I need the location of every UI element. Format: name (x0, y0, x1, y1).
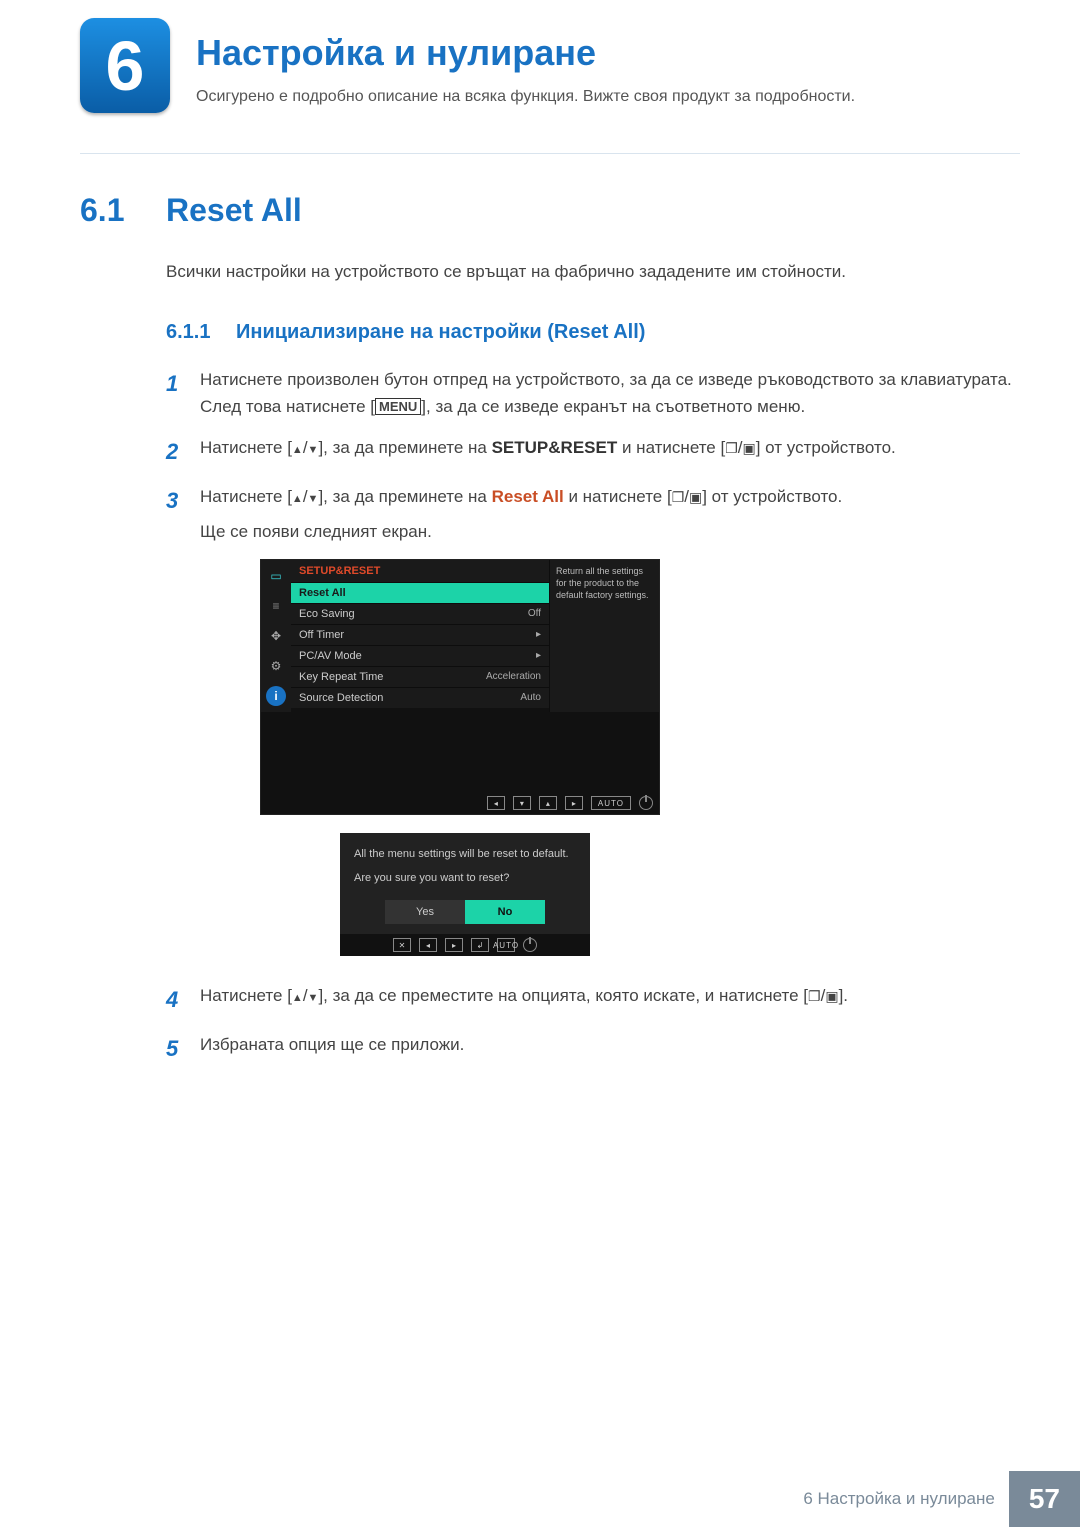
chapter-subtitle: Осигурено е подробно описание на всяка ф… (196, 88, 1020, 106)
osd2-line1: All the menu settings will be reset to d… (354, 847, 576, 862)
setup-reset-label: SETUP&RESET (492, 438, 618, 457)
box-icon (725, 438, 738, 457)
menu-label: MENU (375, 398, 421, 416)
down-icon (308, 986, 319, 1005)
chapter-number-badge: 6 (80, 18, 170, 113)
step-followup: Ще се появи следният екран. (200, 518, 1020, 545)
divider (80, 153, 1020, 154)
step-text: Натиснете произволен бутон отпред на уст… (200, 366, 1020, 420)
power-icon (523, 938, 537, 952)
osd-row-selected: Reset All (291, 582, 549, 603)
osd-screenshot-1: ▭ ≡ ✥ ⚙ i SETUP&RESET Reset All Eco Savi… (260, 559, 1020, 815)
down-icon (308, 438, 319, 457)
nav-auto-label: AUTO (591, 796, 631, 810)
info-icon: i (266, 686, 286, 706)
step-text: Натиснете [/], за да преминете на SETUP&… (200, 434, 1020, 469)
step-number: 1 (166, 366, 200, 420)
osd-sidebar: ▭ ≡ ✥ ⚙ i (261, 560, 291, 712)
chapter-title: Настройка и нулиране (196, 32, 1020, 74)
step-5: 5 Избраната опция ще се приложи. (166, 1031, 1020, 1066)
box-icon (672, 487, 685, 506)
step-text: Натиснете [/], за да се преместите на оп… (200, 982, 1020, 1017)
yes-button: Yes (385, 900, 465, 924)
osd-row: Key Repeat TimeAcceleration (291, 666, 549, 687)
reset-all-label: Reset All (492, 487, 564, 506)
subsection-number: 6.1.1 (166, 321, 236, 344)
section-intro: Всички настройки на устройството се връщ… (166, 259, 1020, 285)
monitor-icon: ▭ (266, 566, 286, 586)
footer-chapter-label: 6 Настройка и нулиране (803, 1489, 995, 1509)
nav-up-icon: ▴ (539, 796, 557, 810)
close-icon (393, 938, 411, 952)
osd-main: SETUP&RESET Reset All Eco SavingOff Off … (291, 560, 549, 712)
power-icon (639, 796, 653, 810)
step-number: 4 (166, 982, 200, 1017)
box-icon (743, 438, 756, 457)
page-footer: 6 Настройка и нулиране 57 (0, 1471, 1080, 1527)
osd-screenshot-2: All the menu settings will be reset to d… (340, 833, 590, 956)
nav-left-icon: ◂ (487, 796, 505, 810)
no-button: No (465, 900, 545, 924)
step-number: 2 (166, 434, 200, 469)
nav-right-icon: ▸ (445, 938, 463, 952)
osd-row: Source DetectionAuto (291, 687, 549, 708)
box-icon (689, 487, 702, 506)
subsection-header: 6.1.1 Инициализиране на настройки (Reset… (166, 321, 1020, 344)
step-text: Натиснете [/], за да преминете на Reset … (200, 483, 1020, 545)
subsection-title: Инициализиране на настройки (Reset All) (236, 321, 645, 344)
step-4: 4 Натиснете [/], за да се преместите на … (166, 982, 1020, 1017)
osd-title: SETUP&RESET (291, 560, 549, 582)
nav-auto-label: AUTO (497, 938, 515, 952)
move-icon: ✥ (266, 626, 286, 646)
osd2-navbar: ◂ ▸ ↲ AUTO (340, 934, 590, 956)
step-2: 2 Натиснете [/], за да преминете на SETU… (166, 434, 1020, 469)
nav-down-icon: ▾ (513, 796, 531, 810)
chapter-header: 6 Настройка и нулиране Осигурено е подро… (80, 0, 1020, 113)
nav-right-icon: ▸ (565, 796, 583, 810)
section-title: Reset All (166, 192, 302, 229)
step-number: 5 (166, 1031, 200, 1066)
osd-description: Return all the settings for the product … (549, 560, 659, 712)
section-number: 6.1 (80, 192, 166, 229)
gear-icon: ⚙ (266, 656, 286, 676)
step-text: Избраната опция ще се приложи. (200, 1031, 1020, 1066)
osd-row: Eco SavingOff (291, 603, 549, 624)
step-number: 3 (166, 483, 200, 545)
osd-row: PC/AV Mode▸ (291, 645, 549, 666)
up-icon (292, 487, 303, 506)
box-icon (808, 986, 821, 1005)
section-header: 6.1 Reset All (80, 192, 1020, 229)
up-icon (292, 438, 303, 457)
step-3: 3 Натиснете [/], за да преминете на Rese… (166, 483, 1020, 545)
box-icon (825, 986, 838, 1005)
osd2-line2: Are you sure you want to reset? (354, 871, 576, 886)
down-icon (308, 487, 319, 506)
footer-page-number: 57 (1009, 1471, 1080, 1527)
list-icon: ≡ (266, 596, 286, 616)
enter-icon: ↲ (471, 938, 489, 952)
osd-row: Off Timer▸ (291, 624, 549, 645)
up-icon (292, 986, 303, 1005)
nav-left-icon: ◂ (419, 938, 437, 952)
osd-navbar: ◂ ▾ ▴ ▸ AUTO (261, 792, 659, 814)
step-1: 1 Натиснете произволен бутон отпред на у… (166, 366, 1020, 420)
